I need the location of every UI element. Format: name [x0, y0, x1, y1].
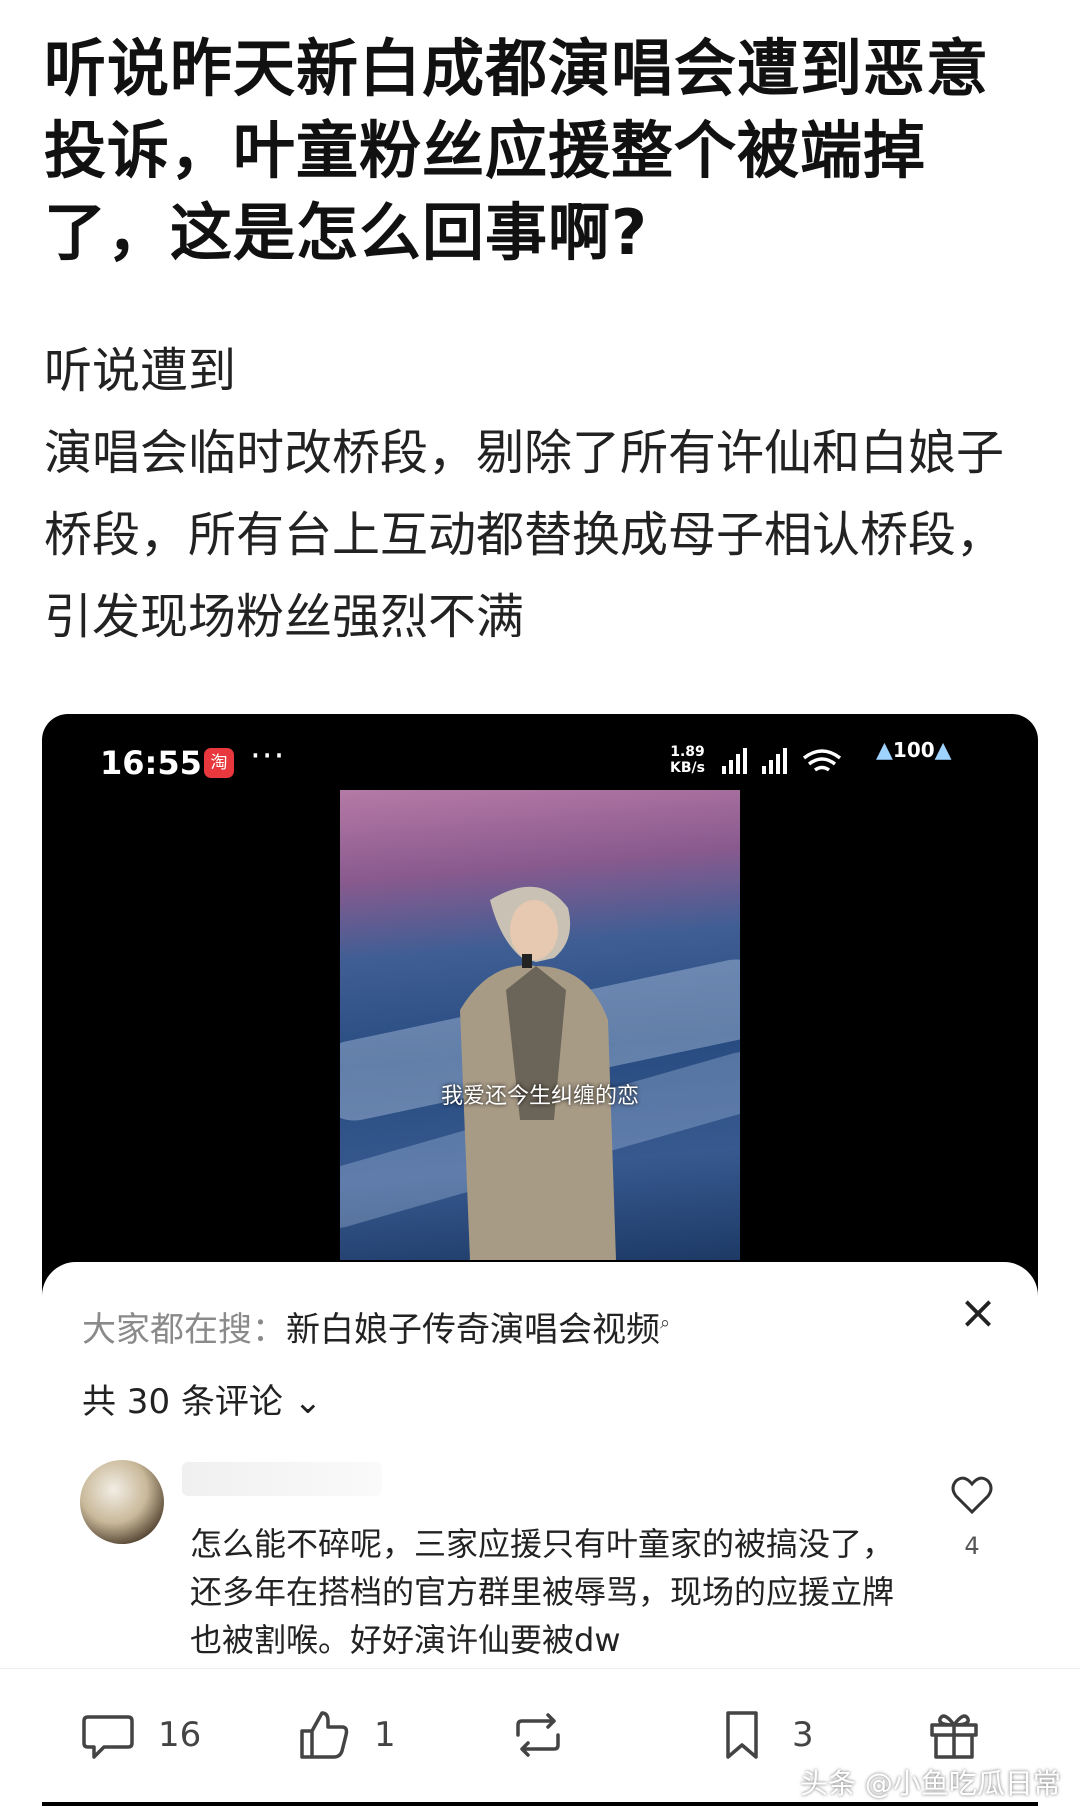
video-subtitle: 我爱还今生纠缠的恋 — [440, 1084, 639, 1109]
post-body-visible-start: 听说遭到 — [44, 343, 237, 399]
wifi-icon — [802, 749, 842, 772]
video-frame[interactable]: 我爱还今生纠缠的恋 — [340, 790, 740, 1260]
post-body-first-line: 听说遭到 — [44, 330, 1024, 412]
singer-figure — [460, 886, 616, 1260]
network-speed-value: 1.89 — [670, 744, 705, 760]
gift-icon — [930, 1714, 978, 1759]
username-redacted — [182, 1462, 382, 1496]
status-time: 16:55 — [100, 744, 202, 782]
battery-indicator: ▲100▲ — [876, 738, 952, 763]
comment-icon — [82, 1715, 134, 1759]
embedded-screenshot[interactable]: 16:55 淘 ··· 1.89 KB/s ▲100▲ 我爱还今生纠缠的恋 大家… — [42, 714, 1038, 1806]
hot-search[interactable]: 大家都在搜：新白娘子传奇演唱会视频⌕ — [82, 1302, 670, 1351]
watermark: 头条 @小鱼吃瓜日常 — [800, 1767, 1061, 1800]
network-speed-unit: KB/s — [670, 760, 705, 776]
comment-count[interactable]: 共 30 条评论 ⌄ — [82, 1374, 322, 1423]
thumbs-up-icon — [300, 1711, 349, 1759]
network-speed: 1.89 KB/s — [670, 744, 705, 776]
hot-search-label: 大家都在搜： — [82, 1310, 286, 1350]
signal-icon — [722, 748, 747, 774]
bookmark-icon — [726, 1711, 758, 1759]
redacted-area — [236, 354, 876, 394]
repost-icon — [516, 1713, 560, 1757]
avatar[interactable] — [80, 1460, 164, 1544]
post-title: 听说昨天新白成都演唱会遭到恶意投诉，叶童粉丝应援整个被端掉了，这是怎么回事啊? — [44, 32, 990, 269]
search-icon: ⌕ — [660, 1312, 671, 1334]
favorite-count-label: 3 — [792, 1715, 814, 1755]
taobao-app-icon: 淘 — [204, 748, 234, 778]
like-count-label: 1 — [374, 1715, 396, 1755]
comment-count-label: 16 — [158, 1715, 202, 1755]
post-body: 演唱会临时改桥段，剔除了所有许仙和白娘子桥段，所有台上互动都替换成母子相认桥段，… — [44, 425, 1005, 645]
signal-wifi-icons — [722, 744, 862, 782]
hot-search-query[interactable]: 新白娘子传奇演唱会视频 — [286, 1310, 660, 1350]
close-icon[interactable]: × — [954, 1288, 1002, 1336]
battery-level: 100 — [892, 738, 935, 762]
more-dots-icon: ··· — [250, 736, 286, 776]
comment-text: 怎么能不碎呢，三家应援只有叶童家的被搞没了，还多年在搭档的官方群里被辱骂，现场的… — [190, 1525, 895, 1659]
like-count: 4 — [964, 1532, 980, 1560]
comments-sheet: 大家都在搜：新白娘子传奇演唱会视频⌕ × 共 30 条评论 ⌄ 怎么能不碎呢，三… — [42, 1262, 1038, 1724]
signal-icon-2 — [762, 748, 787, 774]
heart-icon[interactable] — [948, 1470, 996, 1518]
